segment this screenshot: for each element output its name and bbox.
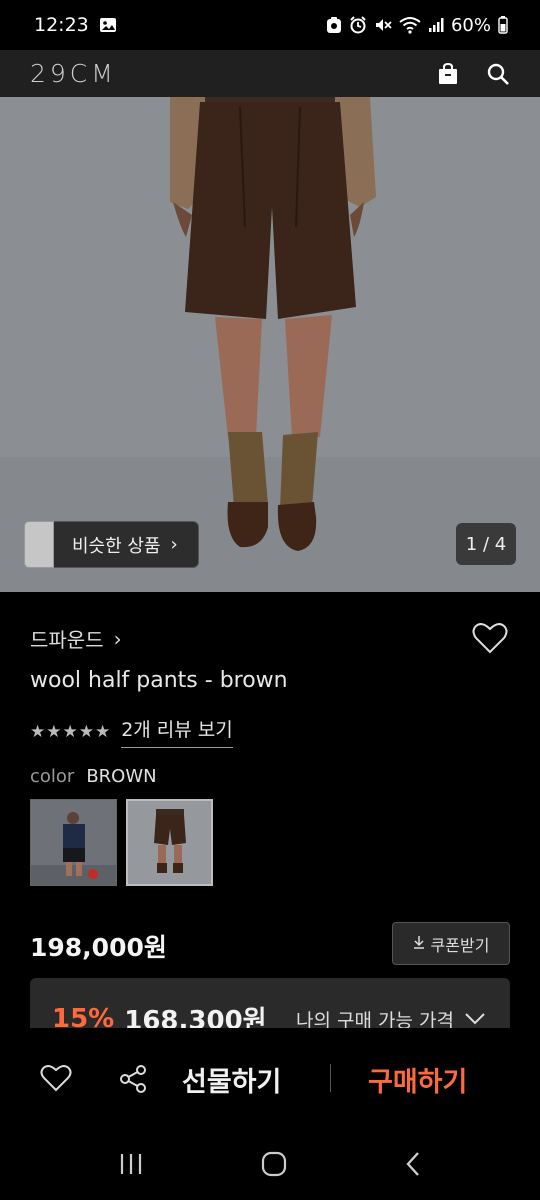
bottom-action-bar: 선물하기 구매하기 (0, 1028, 540, 1131)
back-icon[interactable] (404, 1151, 422, 1181)
star-rating: ★★★★★ (30, 721, 112, 742)
recent-apps-icon[interactable] (118, 1152, 144, 1180)
battery-icon (498, 16, 508, 34)
chevron-down-icon (464, 1009, 486, 1029)
search-icon[interactable] (486, 62, 510, 86)
mute-icon (374, 16, 392, 34)
notification-app-icon (326, 16, 342, 34)
coupon-button[interactable]: 쿠폰받기 (392, 922, 510, 965)
status-time: 12:23 (34, 14, 89, 36)
coupon-label: 쿠폰받기 (430, 935, 490, 955)
color-value: BROWN (86, 766, 157, 787)
wishlist-heart-icon[interactable] (40, 1064, 72, 1096)
product-photo (0, 97, 540, 592)
original-price: 198,000원 (30, 933, 167, 962)
gift-button[interactable]: 선물하기 (182, 1060, 281, 1099)
similar-product-thumbnail (24, 521, 54, 568)
color-label: color (30, 766, 75, 787)
rating-row: ★★★★★ 2개 리뷰 보기 (30, 715, 233, 748)
brand-name: 드파운드 (30, 628, 104, 652)
wifi-icon (399, 16, 421, 34)
review-link[interactable]: 2개 리뷰 보기 (121, 715, 233, 748)
gallery-notification-icon (99, 17, 117, 33)
chevron-right-icon: › (113, 626, 122, 651)
color-row: color BROWN (30, 766, 157, 787)
color-option-1[interactable] (30, 799, 117, 886)
buy-button[interactable]: 구매하기 (368, 1060, 467, 1099)
wishlist-heart-icon[interactable] (472, 622, 508, 658)
product-image-carousel[interactable]: 비슷한 상품 › 1 / 4 (0, 97, 540, 592)
alarm-icon (349, 16, 367, 34)
color-options (30, 799, 213, 886)
system-nav-bar (0, 1131, 540, 1200)
brand-logo[interactable]: 29CM (30, 59, 117, 88)
shopping-bag-icon[interactable] (436, 62, 460, 86)
discount-price-panel[interactable]: 15% 168,300원 나의 구매 가능 가격 (30, 978, 510, 1028)
download-icon (413, 934, 425, 953)
color-option-2[interactable] (126, 799, 213, 886)
similar-products-label: 비슷한 상품 (72, 535, 161, 557)
my-price-label: 나의 구매 가능 가격 (296, 1010, 454, 1028)
brand-link[interactable]: 드파운드 › (30, 624, 122, 653)
status-bar: 12:23 60% (0, 0, 540, 50)
home-icon[interactable] (261, 1151, 287, 1181)
signal-icon (428, 17, 444, 33)
share-icon[interactable] (118, 1064, 148, 1098)
discount-percent: 15% (52, 1003, 115, 1029)
chevron-right-icon: › (170, 534, 178, 555)
image-page-indicator: 1 / 4 (456, 523, 516, 565)
battery-percent: 60% (450, 14, 491, 36)
discount-price: 168,300원 (124, 1006, 267, 1028)
app-header: 29CM (0, 50, 540, 97)
similar-products-button[interactable]: 비슷한 상품 › (24, 521, 199, 568)
product-title: wool half pants - brown (30, 668, 288, 693)
divider (330, 1064, 331, 1092)
